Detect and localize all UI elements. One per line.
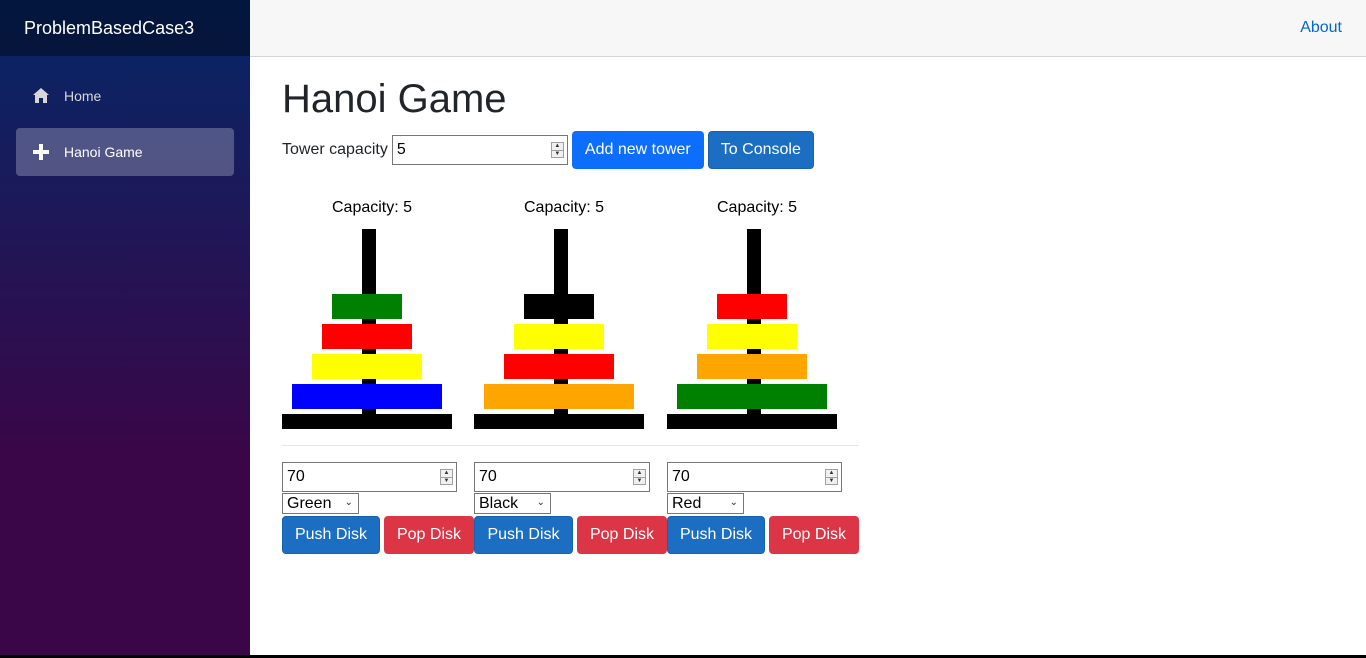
divider [282, 445, 859, 446]
add-tower-button[interactable]: Add new tower [571, 131, 704, 169]
disk [524, 294, 594, 319]
nav-menu: Home Hanoi Game [0, 56, 250, 176]
sidebar-item-label: Home [64, 88, 102, 104]
pop-disk-button[interactable]: Pop Disk [577, 516, 667, 554]
disk-size-input[interactable]: 70 ▲ ▼ [667, 462, 842, 492]
disk [484, 384, 634, 409]
chevron-down-icon: ⌄ [729, 497, 738, 508]
disk-size-input[interactable]: 70 ▲ ▼ [282, 462, 457, 492]
disk [332, 294, 402, 319]
spin-down-icon: ▼ [441, 476, 452, 485]
sidebar-item-home[interactable]: Home [16, 72, 234, 120]
number-spinner[interactable]: ▲ ▼ [633, 469, 646, 485]
to-console-button[interactable]: To Console [707, 131, 814, 169]
number-spinner[interactable]: ▲ ▼ [440, 469, 453, 485]
disk-controls: 70 ▲ ▼ Black ⌄ Push Disk Pop Disk [474, 462, 667, 554]
sidebar-item-label: Hanoi Game [64, 144, 143, 160]
plus-icon [32, 143, 50, 161]
brand-link[interactable]: ProblemBasedCase3 [24, 18, 194, 39]
sidebar: ProblemBasedCase3 Home Hanoi Game [0, 0, 250, 655]
disk [504, 354, 614, 379]
disk-color-select[interactable]: Black ⌄ [474, 493, 551, 514]
tower-capacity-text: Capacity: 5 [524, 199, 605, 216]
tower-controls: Tower capacity 5 ▲ ▼ Add new tower To Con… [282, 131, 814, 169]
disk [717, 294, 787, 319]
tower-capacity-text: Capacity: 5 [332, 199, 413, 216]
tower-capacity-label: Tower capacity [282, 141, 388, 158]
tower-base [474, 414, 644, 429]
disk [312, 354, 422, 379]
push-disk-button[interactable]: Push Disk [667, 516, 765, 554]
disk [677, 384, 827, 409]
disk [292, 384, 442, 409]
pop-disk-button[interactable]: Pop Disk [769, 516, 859, 554]
disk [322, 324, 412, 349]
top-row: About [250, 0, 1366, 57]
spin-down-icon: ▼ [826, 476, 837, 485]
about-link[interactable]: About [1300, 19, 1342, 37]
home-icon [32, 87, 50, 105]
spin-down-icon: ▼ [551, 149, 563, 158]
disk-color-select[interactable]: Green ⌄ [282, 493, 359, 514]
sidebar-item-hanoi-game[interactable]: Hanoi Game [16, 128, 234, 176]
disk [697, 354, 807, 379]
push-disk-button[interactable]: Push Disk [282, 516, 380, 554]
chevron-down-icon: ⌄ [344, 497, 353, 508]
number-spinner[interactable]: ▲ ▼ [550, 142, 564, 158]
spin-down-icon: ▼ [634, 476, 645, 485]
page-title: Hanoi Game [282, 77, 507, 121]
disk-controls: 70 ▲ ▼ Green ⌄ Push Disk Pop Disk [282, 462, 474, 554]
disk-controls: 70 ▲ ▼ Red ⌄ Push Disk Pop Disk [667, 462, 859, 554]
chevron-down-icon: ⌄ [536, 497, 545, 508]
tower-base [667, 414, 837, 429]
brand-bar: ProblemBasedCase3 [0, 0, 250, 56]
pop-disk-button[interactable]: Pop Disk [384, 516, 474, 554]
number-spinner[interactable]: ▲ ▼ [825, 469, 838, 485]
tower-base [282, 414, 452, 429]
tower-capacity-input[interactable]: 5 ▲ ▼ [391, 135, 568, 165]
disk-color-select[interactable]: Red ⌄ [667, 493, 744, 514]
disk [707, 324, 797, 349]
disk-size-input[interactable]: 70 ▲ ▼ [474, 462, 650, 492]
tower-capacity-text: Capacity: 5 [717, 199, 798, 216]
push-disk-button[interactable]: Push Disk [474, 516, 573, 554]
disk [514, 324, 604, 349]
